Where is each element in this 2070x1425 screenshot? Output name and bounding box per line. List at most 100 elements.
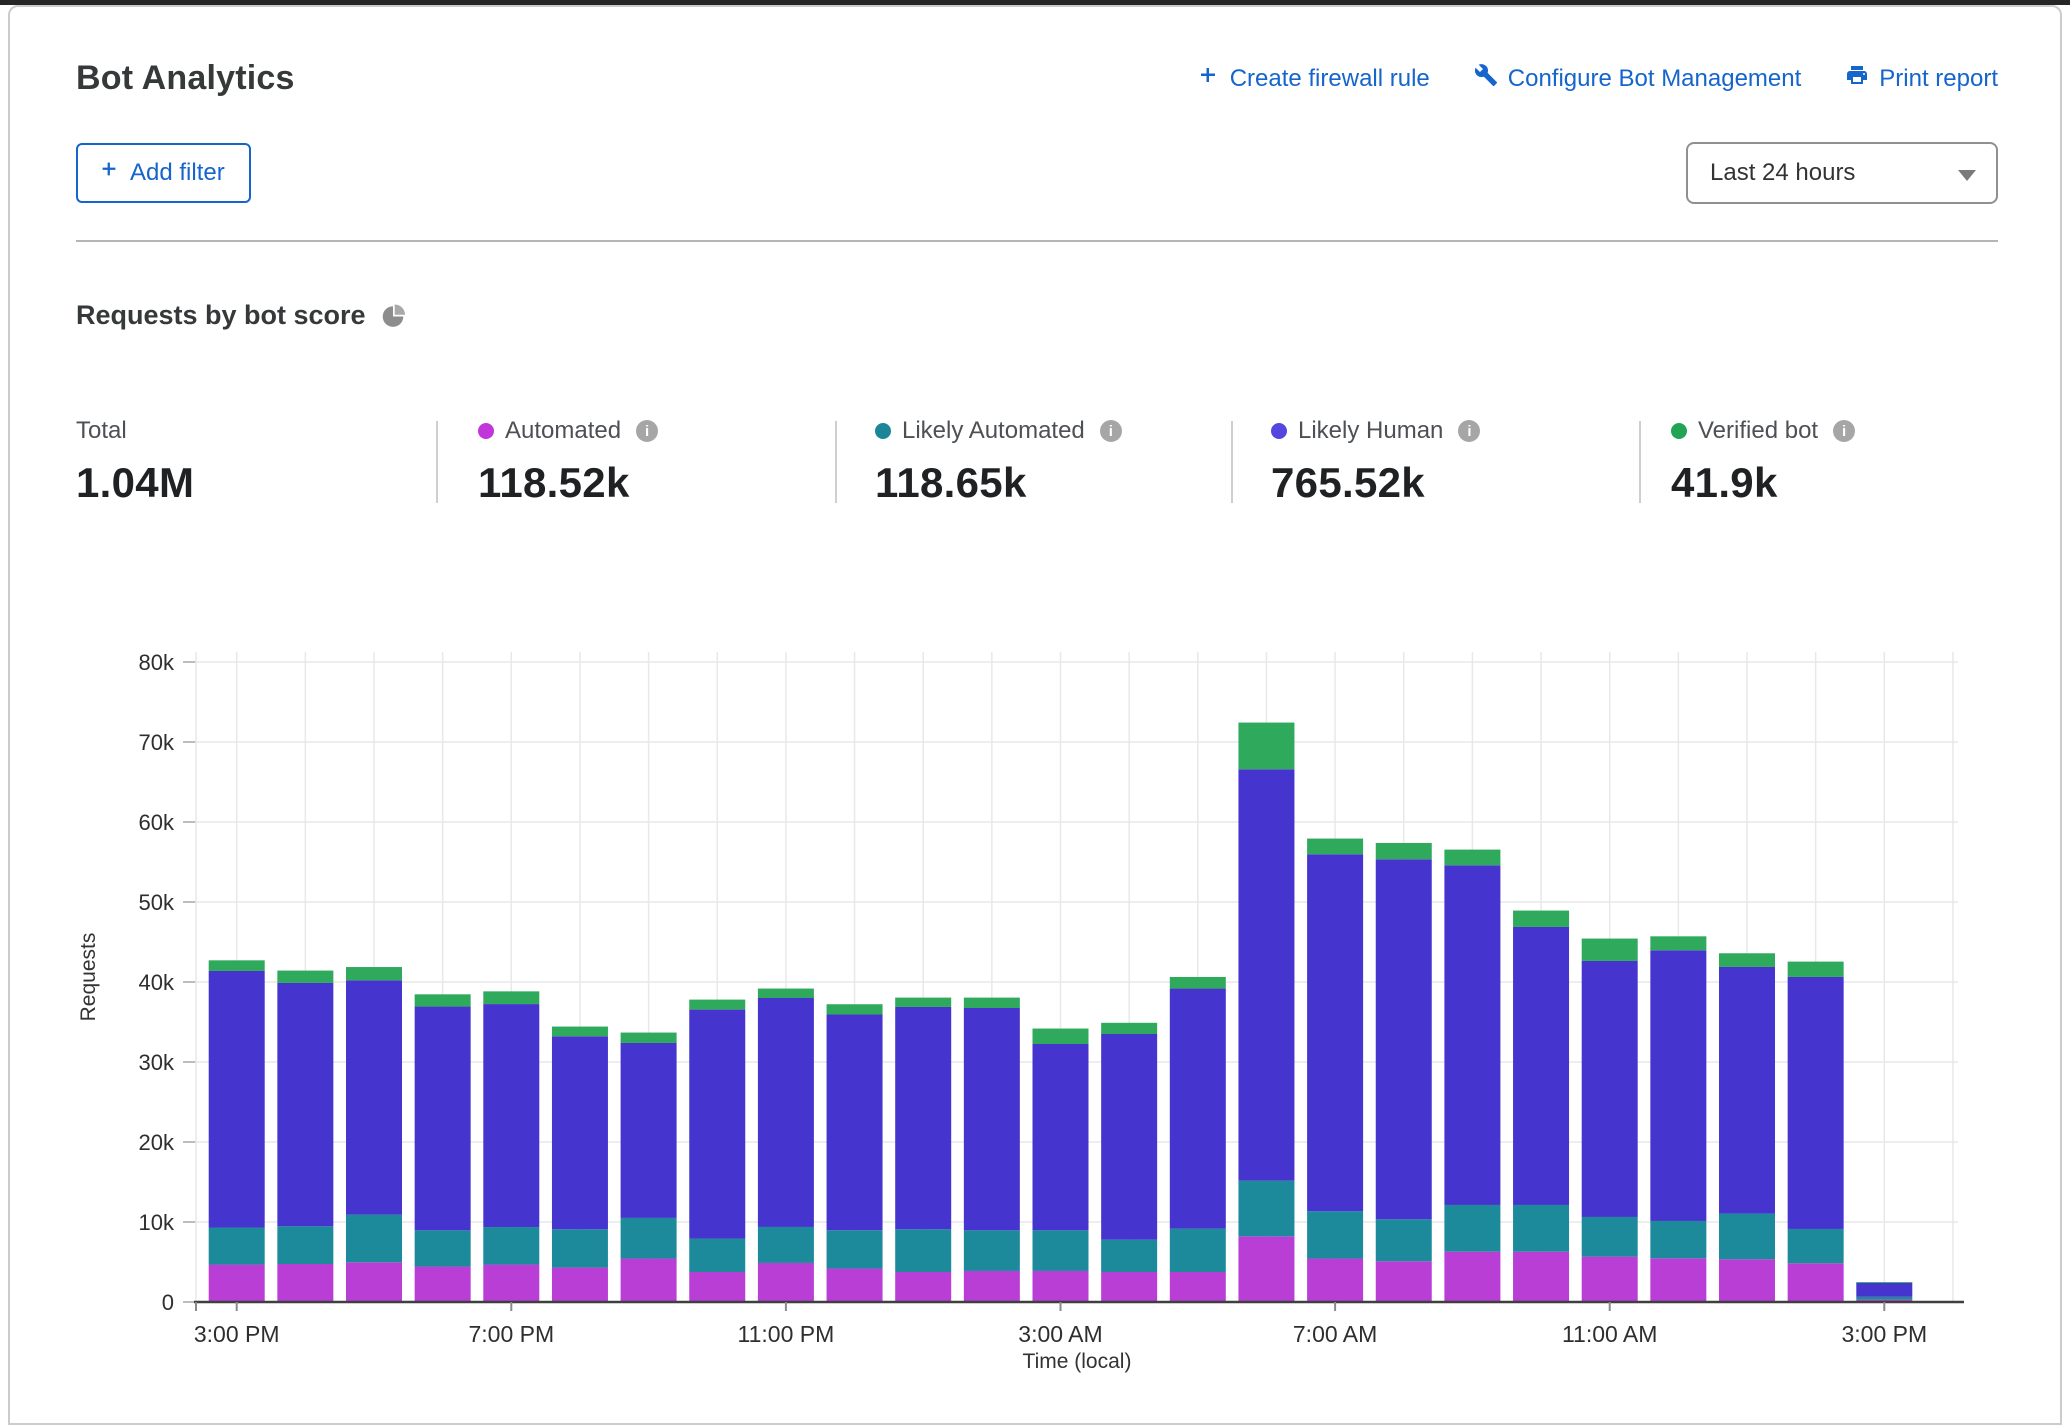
bar-segment-likely_automated[interactable] xyxy=(1033,1230,1089,1271)
bar-segment-likely_automated[interactable] xyxy=(1650,1221,1706,1258)
bar-segment-likely_automated[interactable] xyxy=(1856,1297,1912,1300)
bar-segment-verified_bot[interactable] xyxy=(1788,962,1844,977)
bar-segment-verified_bot[interactable] xyxy=(415,994,471,1006)
bar-segment-likely_automated[interactable] xyxy=(621,1218,677,1259)
bar-segment-automated[interactable] xyxy=(758,1263,814,1302)
bar-segment-likely_human[interactable] xyxy=(1101,1034,1157,1240)
bar-segment-automated[interactable] xyxy=(346,1262,402,1302)
bar-segment-automated[interactable] xyxy=(1101,1272,1157,1302)
bar-segment-automated[interactable] xyxy=(1582,1257,1638,1302)
bar-segment-likely_automated[interactable] xyxy=(415,1230,471,1266)
bar-segment-verified_bot[interactable] xyxy=(1101,1023,1157,1034)
bar-segment-verified_bot[interactable] xyxy=(1513,911,1569,927)
bar-segment-likely_automated[interactable] xyxy=(1101,1240,1157,1272)
print-report-link[interactable]: Print report xyxy=(1845,63,1998,94)
bar-segment-likely_automated[interactable] xyxy=(1444,1205,1500,1252)
bar-segment-verified_bot[interactable] xyxy=(277,971,333,983)
bar-segment-likely_human[interactable] xyxy=(964,1008,1020,1230)
bar-segment-likely_human[interactable] xyxy=(1238,769,1294,1180)
bar-segment-likely_automated[interactable] xyxy=(483,1227,539,1265)
bar-segment-verified_bot[interactable] xyxy=(1307,839,1363,855)
bar-segment-likely_automated[interactable] xyxy=(895,1229,951,1272)
bar-segment-likely_automated[interactable] xyxy=(1238,1181,1294,1237)
bar-segment-likely_automated[interactable] xyxy=(1719,1214,1775,1260)
bar-segment-automated[interactable] xyxy=(277,1264,333,1302)
bar-segment-likely_human[interactable] xyxy=(1513,927,1569,1205)
bar-segment-automated[interactable] xyxy=(1719,1259,1775,1302)
bar-segment-verified_bot[interactable] xyxy=(1582,939,1638,961)
info-icon[interactable]: i xyxy=(636,420,658,442)
bar-segment-likely_human[interactable] xyxy=(1788,977,1844,1229)
bar-segment-likely_human[interactable] xyxy=(1033,1044,1089,1230)
bar-segment-verified_bot[interactable] xyxy=(1719,953,1775,967)
bar-segment-likely_human[interactable] xyxy=(1170,989,1226,1229)
bar-segment-verified_bot[interactable] xyxy=(1444,850,1500,866)
bar-segment-verified_bot[interactable] xyxy=(827,1004,883,1014)
info-icon[interactable]: i xyxy=(1458,420,1480,442)
info-icon[interactable]: i xyxy=(1833,420,1855,442)
bar-segment-automated[interactable] xyxy=(1788,1263,1844,1302)
bar-segment-automated[interactable] xyxy=(895,1272,951,1302)
bar-segment-likely_human[interactable] xyxy=(621,1043,677,1218)
bar-segment-verified_bot[interactable] xyxy=(758,989,814,998)
bar-segment-likely_automated[interactable] xyxy=(1307,1211,1363,1258)
bar-segment-verified_bot[interactable] xyxy=(552,1027,608,1037)
bar-segment-likely_automated[interactable] xyxy=(689,1239,745,1272)
bar-segment-likely_human[interactable] xyxy=(758,998,814,1227)
bar-segment-likely_human[interactable] xyxy=(552,1036,608,1229)
bar-segment-automated[interactable] xyxy=(552,1268,608,1302)
bar-segment-verified_bot[interactable] xyxy=(621,1033,677,1043)
bar-segment-likely_automated[interactable] xyxy=(758,1227,814,1263)
bar-segment-likely_human[interactable] xyxy=(1307,854,1363,1211)
time-range-select[interactable]: Last 24 hours xyxy=(1686,142,1998,204)
bar-segment-automated[interactable] xyxy=(1307,1259,1363,1302)
bar-segment-verified_bot[interactable] xyxy=(1856,1282,1912,1283)
bar-segment-automated[interactable] xyxy=(1650,1258,1706,1302)
bar-segment-likely_human[interactable] xyxy=(415,1007,471,1231)
bar-segment-verified_bot[interactable] xyxy=(1650,936,1706,950)
bar-segment-likely_human[interactable] xyxy=(895,1007,951,1229)
bar-segment-likely_automated[interactable] xyxy=(827,1230,883,1268)
bar-segment-likely_human[interactable] xyxy=(1650,950,1706,1221)
bar-segment-likely_automated[interactable] xyxy=(209,1228,265,1265)
bar-segment-automated[interactable] xyxy=(483,1265,539,1302)
bar-segment-likely_human[interactable] xyxy=(483,1004,539,1227)
bar-segment-likely_human[interactable] xyxy=(277,983,333,1226)
bar-segment-automated[interactable] xyxy=(964,1271,1020,1302)
bar-segment-verified_bot[interactable] xyxy=(1033,1029,1089,1044)
bar-segment-likely_human[interactable] xyxy=(1444,865,1500,1205)
bar-segment-verified_bot[interactable] xyxy=(1376,843,1432,859)
bar-segment-likely_human[interactable] xyxy=(346,980,402,1214)
add-filter-button[interactable]: Add filter xyxy=(76,143,251,203)
bar-segment-automated[interactable] xyxy=(1033,1271,1089,1302)
bar-segment-likely_human[interactable] xyxy=(1719,967,1775,1214)
bar-segment-likely_automated[interactable] xyxy=(1788,1229,1844,1263)
bar-segment-likely_human[interactable] xyxy=(1582,961,1638,1217)
bar-segment-verified_bot[interactable] xyxy=(346,967,402,980)
bar-segment-automated[interactable] xyxy=(1376,1261,1432,1302)
bar-segment-likely_automated[interactable] xyxy=(277,1226,333,1264)
bar-segment-likely_human[interactable] xyxy=(1376,859,1432,1219)
configure-bot-management-link[interactable]: Configure Bot Management xyxy=(1474,63,1802,94)
bar-segment-likely_automated[interactable] xyxy=(1170,1229,1226,1272)
bar-segment-likely_automated[interactable] xyxy=(346,1215,402,1263)
bar-segment-likely_automated[interactable] xyxy=(1376,1219,1432,1261)
bar-segment-automated[interactable] xyxy=(1170,1272,1226,1302)
bar-segment-verified_bot[interactable] xyxy=(689,1000,745,1010)
bar-segment-verified_bot[interactable] xyxy=(895,998,951,1007)
bar-segment-automated[interactable] xyxy=(689,1272,745,1302)
bar-segment-likely_human[interactable] xyxy=(209,971,265,1228)
bar-segment-verified_bot[interactable] xyxy=(1170,977,1226,989)
bar-segment-automated[interactable] xyxy=(827,1269,883,1302)
bar-segment-likely_human[interactable] xyxy=(1856,1283,1912,1297)
create-firewall-rule-link[interactable]: Create firewall rule xyxy=(1196,63,1430,94)
bar-segment-likely_human[interactable] xyxy=(827,1014,883,1230)
bar-segment-automated[interactable] xyxy=(1513,1252,1569,1302)
info-icon[interactable]: i xyxy=(1100,420,1122,442)
bar-segment-automated[interactable] xyxy=(1444,1252,1500,1302)
bar-segment-likely_automated[interactable] xyxy=(1513,1205,1569,1252)
bar-segment-automated[interactable] xyxy=(415,1267,471,1302)
bar-segment-automated[interactable] xyxy=(621,1259,677,1302)
bar-segment-verified_bot[interactable] xyxy=(964,998,1020,1008)
bar-segment-likely_human[interactable] xyxy=(689,1010,745,1239)
